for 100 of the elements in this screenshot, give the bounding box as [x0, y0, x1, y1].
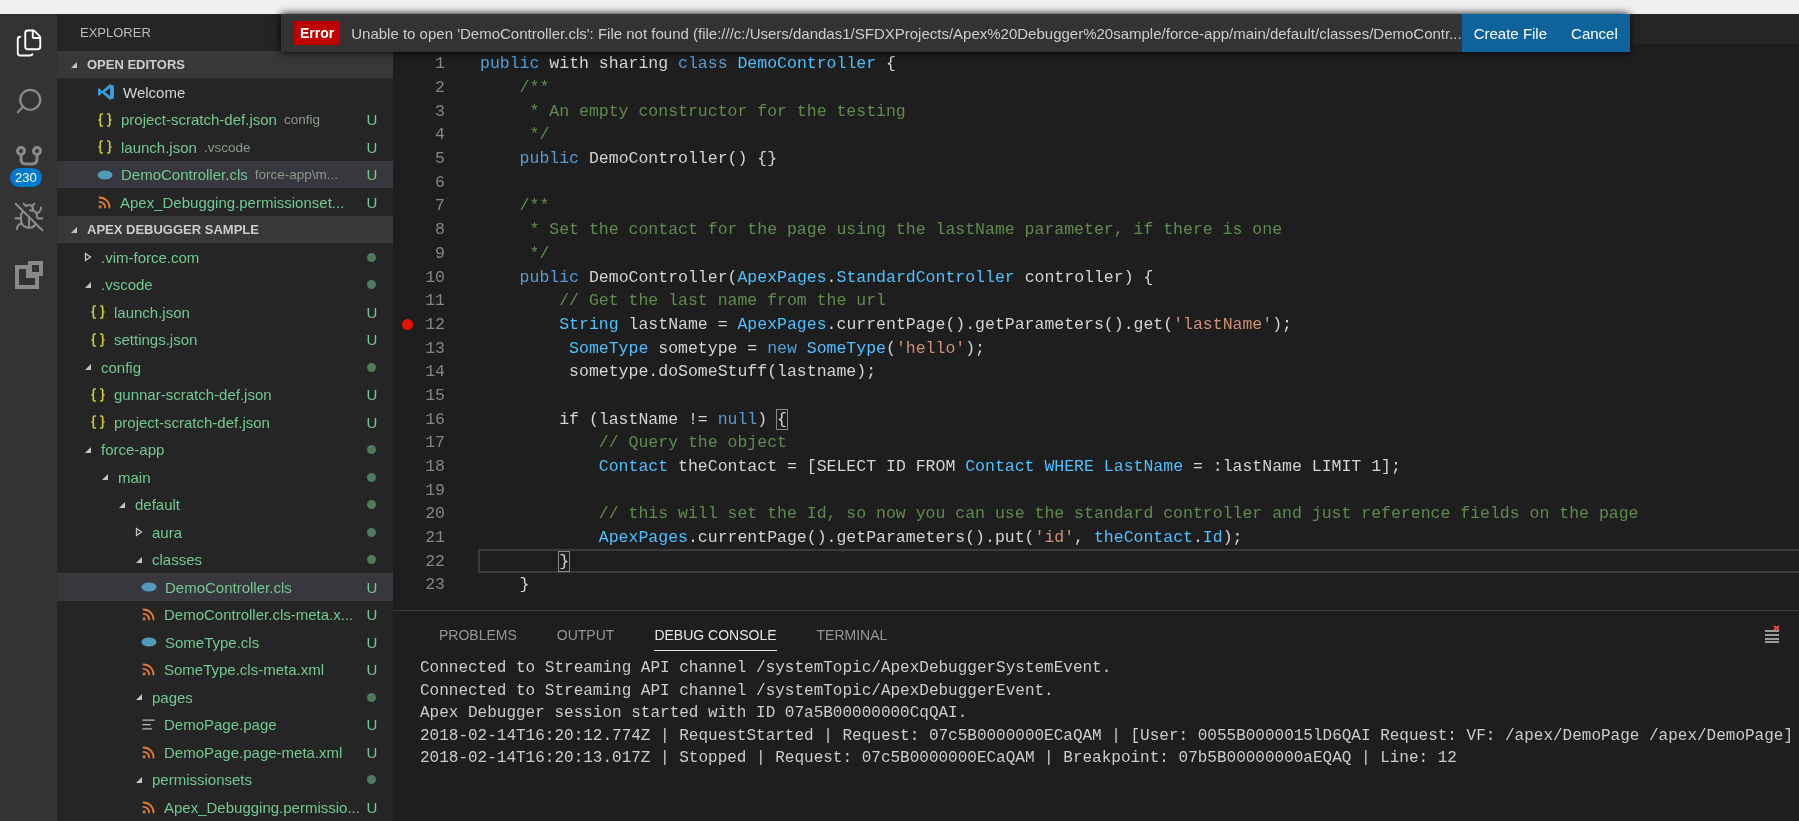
line-number: 20 [424, 504, 445, 524]
file-path: .vscode [203, 139, 251, 155]
code-line: public with sharing class DemoController { [479, 53, 897, 76]
console-line: 2018-02-14T16:20:13.017Z | Stopped | Request: 07c5B0000000ECaQAM | Breakpoint: 07b5B00000000aEQAQ | Line: 12 [420, 748, 1458, 770]
file-path: force-app\m... [254, 167, 338, 183]
notification-message: Unable to open 'DemoController.cls': File not found (file:///c:/Users/dandas1/SFDXProjects/Apex%20Debugger%20sample/force-app/main/default/classes/DemoContr... [351, 24, 1462, 42]
modified-dot-icon [367, 500, 376, 510]
line-number: 5 [434, 149, 445, 169]
extensions-icon[interactable] [14, 261, 43, 289]
tree-item[interactable]: .vscode [57, 270, 393, 299]
code-line: } [478, 549, 1799, 574]
code-line: // Query the object [597, 432, 788, 455]
tree-item[interactable]: SomeType.cls U [57, 628, 393, 656]
line-number: 9 [434, 243, 445, 263]
section-header[interactable]: APEX DEBUGGER SAMPLE [57, 215, 393, 244]
code-line: SomeType sometype = new SomeType('hello'); [568, 337, 986, 360]
tree-item[interactable]: DemoPage.page U [57, 710, 393, 739]
modified-dot-icon [367, 555, 376, 565]
status-letter: U [366, 716, 378, 734]
tree-item[interactable]: aura [57, 518, 393, 546]
console-line: Connected to Streaming API channel /systemTopic/ApexDebuggerSystemEvent. [420, 658, 1113, 679]
modified-dot-icon [367, 527, 376, 537]
clear-console-icon[interactable] [1763, 625, 1781, 643]
panel-tab[interactable]: TERMINAL [816, 617, 888, 651]
status-letter: U [366, 303, 378, 321]
expanded-arrow-icon[interactable] [101, 473, 109, 482]
line-number: 6 [434, 172, 445, 192]
open-editor-item[interactable]: launch.json .vscode U [57, 133, 393, 161]
tree-item[interactable]: DemoPage.page-meta.xml U [57, 738, 393, 766]
expanded-arrow-icon[interactable] [135, 693, 143, 702]
line-number: 3 [434, 101, 445, 121]
count-badge: 230 [10, 168, 42, 187]
braces-icon [90, 304, 106, 321]
line-number: 8 [434, 220, 445, 240]
status-letter: U [366, 413, 378, 431]
no-bug-icon[interactable] [12, 201, 45, 233]
tree-item[interactable]: launch.json U [57, 298, 393, 326]
line-number: 13 [424, 338, 445, 358]
expanded-arrow-icon[interactable] [135, 555, 143, 564]
expanded-arrow-icon[interactable] [135, 775, 143, 784]
tree-item[interactable]: gunnar-scratch-def.json U [57, 380, 393, 409]
code-line: } [518, 574, 531, 597]
tree-item[interactable]: pages [57, 683, 393, 711]
tree-item[interactable]: main [57, 463, 393, 491]
line-number: 10 [424, 267, 445, 287]
modified-dot-icon [367, 472, 376, 482]
line-number: 19 [424, 480, 445, 500]
tree-item[interactable]: SomeType.cls-meta.xml U [57, 655, 393, 684]
expanded-arrow-icon[interactable] [70, 225, 78, 234]
tree-item[interactable]: force-app [57, 435, 393, 464]
breakpoint-dot-icon[interactable] [401, 318, 413, 330]
tree-item[interactable]: classes [57, 545, 393, 574]
status-letter: U [366, 386, 378, 404]
open-editor-item[interactable]: Apex_Debugging.permissionset... U [57, 188, 393, 216]
console-line: Connected to Streaming API channel /systemTopic/ApexDebuggerEvent. [420, 680, 1055, 702]
expanded-arrow-icon[interactable] [84, 280, 92, 289]
code-line: ApexPages.currentPage().getParameters().put('id', theContact.Id); [597, 527, 1244, 550]
tree-item[interactable]: DemoController.cls-meta.x... U [57, 600, 393, 629]
code-line: */ [528, 124, 551, 147]
collapsed-arrow-icon[interactable] [84, 252, 92, 263]
open-editor-item[interactable]: project-scratch-def.json config U [57, 105, 393, 134]
rss-icon [141, 662, 156, 678]
code-line: public DemoController(ApexPages.StandardController controller) { [518, 266, 1155, 289]
braces-icon [97, 139, 113, 156]
panel-tab[interactable]: DEBUG CONSOLE [654, 617, 777, 651]
code-line: * Set the contact for the page using the lastName parameter, if there is one [528, 219, 1284, 242]
expanded-arrow-icon[interactable] [118, 500, 126, 509]
tree-item[interactable]: permissionsets [57, 765, 393, 794]
status-letter: U [366, 743, 378, 761]
expanded-arrow-icon[interactable] [70, 60, 78, 69]
code-line: * An empty constructor for the testing [528, 100, 907, 123]
line-number: 7 [434, 196, 445, 216]
code-logo-icon [97, 83, 115, 102]
code-line: */ [528, 242, 551, 265]
notification-button[interactable]: Cancel [1559, 14, 1630, 52]
notification-button[interactable]: Create File [1461, 14, 1560, 52]
panel-tab[interactable]: PROBLEMS [439, 617, 517, 651]
open-editor-item[interactable]: DemoController.cls force-app\m... U [57, 160, 393, 189]
line-number: 16 [424, 409, 445, 429]
status-letter: U [366, 193, 378, 211]
expanded-arrow-icon[interactable] [84, 445, 92, 454]
open-editor-item[interactable]: Welcome [57, 78, 393, 106]
tree-item[interactable]: default [57, 490, 393, 519]
braces-icon [90, 331, 106, 348]
line-number: 23 [424, 575, 445, 595]
line-number: 18 [424, 457, 445, 477]
tree-item[interactable]: project-scratch-def.json U [57, 408, 393, 436]
tree-item[interactable]: settings.json U [57, 325, 393, 354]
section-header[interactable]: OPEN EDITORS [57, 50, 393, 79]
tree-item[interactable]: DemoController.cls U [57, 573, 393, 601]
collapsed-arrow-icon[interactable] [135, 527, 143, 538]
tree-item[interactable]: Apex_Debugging.permissio... U [57, 793, 393, 821]
expanded-arrow-icon[interactable] [84, 363, 92, 372]
tree-item[interactable]: .vim-force.com [57, 243, 393, 271]
cloud-icon [141, 582, 157, 593]
status-letter: U [366, 111, 378, 129]
line-number: 2 [434, 78, 445, 98]
tree-item[interactable]: config [57, 353, 393, 381]
line-number: 4 [434, 125, 445, 145]
panel-tab[interactable]: OUTPUT [556, 617, 615, 651]
